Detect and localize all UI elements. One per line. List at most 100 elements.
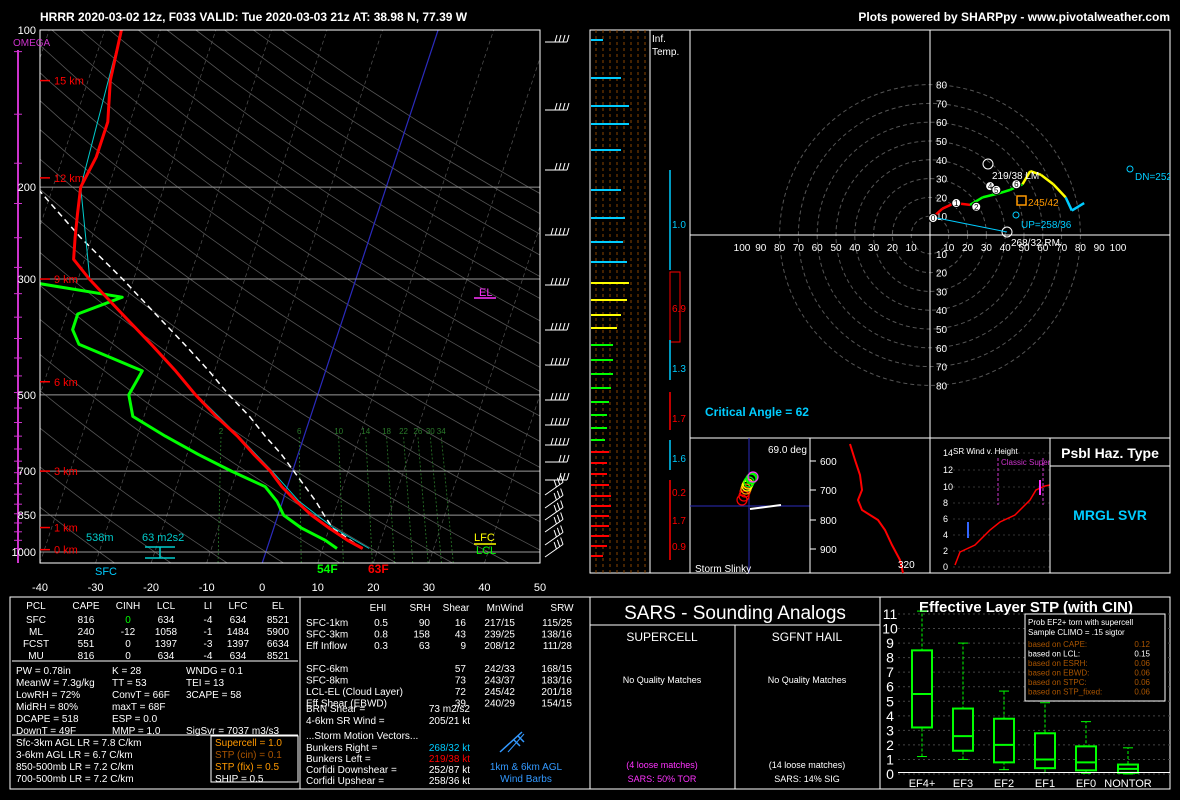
pressure-tick-label: 850 [18,510,36,522]
parcel-cell: 6634 [267,639,290,650]
kinematic-row-label: SFC-3km [306,630,348,641]
slinky-title: Storm Slinky [695,564,751,575]
index-col2: ConvT = 66F [112,690,170,701]
stp-legend-label: based on STP_fixed: [1028,688,1102,697]
wind-barb-flag [554,102,558,111]
kinematic-header: SRW [550,603,574,614]
el-label: EL [479,287,492,299]
parcel-cell: ML [29,627,43,638]
kinematic-cell: 240/29 [484,699,515,710]
parcel-cell: FCST [23,639,49,650]
sr-wind-panel: 14121086420 SR Wind v. Height Classic Su… [929,437,1063,574]
hodograph-tick: 30 [936,287,948,298]
temperature-tick-label: 30 [423,582,435,594]
kinematic-cell: 111/28 [543,641,573,652]
wind-barb-flag [554,277,558,286]
wind-barb-flag [550,437,554,446]
temperature-tick-label: 50 [534,582,546,594]
composite-index: STP (cin) = 0.1 [215,750,282,761]
hodograph-height-label: 0 [931,214,936,223]
wind-barb-flag [566,322,570,331]
sars-hail-pct: SARS: 14% SIG [774,774,840,784]
kinematic-cell: 154/15 [541,699,572,710]
lapse-rate: Sfc-3km AGL LR = 7.8 C/km [16,738,142,749]
theta-e-tick-label: 800 [820,516,837,527]
wind-barb-flag [566,437,570,446]
parcel-cell: 634 [158,615,175,626]
sr-wind-tick-label: 0 [943,562,948,572]
wind-barb-flag [562,102,566,111]
kinematic-cell: 217/15 [484,618,515,629]
parcel-cell: 0 [125,639,131,650]
slinky-angle: 69.0 deg [768,445,807,456]
inferred-temp-value: 0.2 [672,488,686,499]
parcel-cell: 1397 [155,639,178,650]
right-mover-label: 268/32 RM [1011,238,1060,249]
hodograph-tick: 60 [812,243,824,254]
hazard-value: MRGL SVR [1073,507,1147,523]
hodograph-tick: 40 [849,243,861,254]
kinematic-cell: 201/18 [541,687,572,698]
parcel-cell: 634 [230,615,247,626]
hodograph-tick: 90 [755,243,767,254]
kinematic-cell: 0.5 [374,618,388,629]
temperature-tick-label: 0 [259,582,265,594]
parcel-cell: MU [28,651,44,662]
hodograph-tick: 100 [1110,243,1127,254]
parcel-cell: -1 [204,627,213,638]
index-col3: WNDG = 0.1 [186,666,243,677]
hodograph-tick: 50 [936,325,948,336]
theta-e-bottom-label: 320 [898,560,915,571]
kinematic-cell: 0.3 [374,641,388,652]
sr-wind-tick-label: 14 [943,448,953,458]
temperature-tick-label: 10 [312,582,324,594]
effective-inflow-label: 63 m2s2 [142,532,184,544]
index-col1: LowRH = 72% [16,690,80,701]
kinematic-cell: 0.8 [374,630,388,641]
wind-barb-flag [550,392,554,401]
hodograph-tick: 40 [1000,243,1012,254]
stp-legend-value: 0.06 [1134,678,1150,687]
wind-barb-flag [562,417,566,426]
height-label: 15 km [54,76,84,88]
wind-barb-flag [558,454,562,463]
kinematic-cell: 73 [455,676,467,687]
hodograph-tick: 70 [936,363,948,374]
wind-barb-flag [562,162,566,171]
wind-barb-flag [562,277,566,286]
stp-box [1034,732,1056,770]
kinematic-row-label: LCL-EL (Cloud Layer) [306,687,403,698]
barb-caption: Wind Barbs [500,774,552,785]
wind-barb-flag [554,162,558,171]
omega-label: OMEGA [13,38,51,49]
parcel-header: CINH [116,601,140,612]
wind-barb-flag [558,102,562,111]
temperature-tick-label: 20 [367,582,379,594]
kinematic-row-label: SFC-1km [306,618,348,629]
wind-barb-flag [560,488,564,496]
index-col1: DCAPE = 518 [16,714,79,725]
parcel-header: CAPE [72,601,100,612]
wind-barb-flag [558,34,562,43]
wind-barb-flag [562,227,566,236]
wind-barb-flag [562,392,566,401]
pbl-height-label: 538m [86,532,114,544]
parcel-cell: -3 [204,639,213,650]
sr-46-value: 205/21 kt [429,716,470,727]
parcel-header: LI [204,601,212,612]
index-col2: ESP = 0.0 [112,714,158,725]
mixing-ratio-label: 10 [334,427,343,436]
stp-box [1075,745,1097,772]
stp-legend-value: 0.06 [1134,688,1150,697]
height-label: 9 km [54,274,78,286]
wind-speed-column [589,29,651,574]
mixing-ratio-label: 30 [426,427,435,436]
stp-y-tick: 5 [886,693,894,709]
sfc-dewpoint-label: 54F [317,562,338,576]
kinematic-cell: 208/12 [484,641,515,652]
stp-legend-title: Prob EF2+ torn with supercell [1028,618,1133,627]
wind-barb [544,525,564,546]
stp-category: EF1 [1035,778,1055,790]
wind-barb-flag [558,417,562,426]
wind-barb-flag [550,277,554,286]
